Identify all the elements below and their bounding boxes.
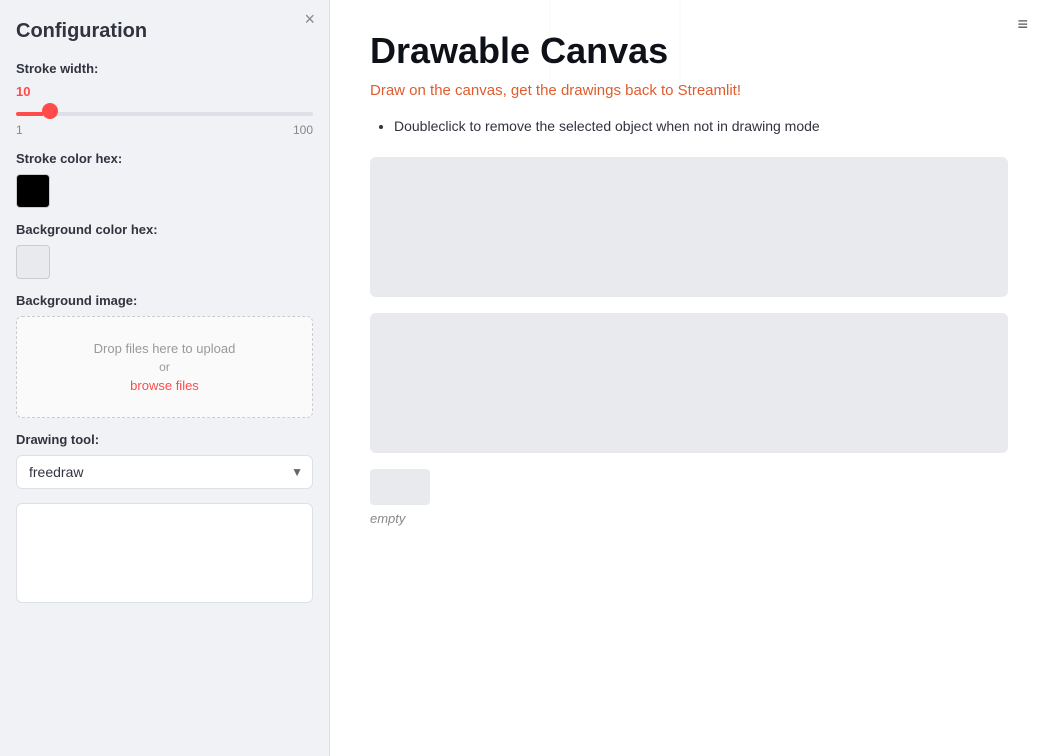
- stroke-width-section: Stroke width: 10 1 100: [16, 61, 313, 151]
- file-upload-zone[interactable]: Drop files here to upload or browse file…: [16, 316, 313, 418]
- or-text: or: [33, 360, 296, 374]
- browse-files-link[interactable]: browse files: [33, 378, 296, 393]
- sidebar-title: Configuration: [16, 20, 313, 43]
- bullet-item-1: Doubleclick to remove the selected objec…: [394, 115, 1008, 137]
- bg-color-container: [16, 245, 313, 279]
- stroke-color-section: Stroke color hex:: [16, 151, 313, 222]
- stroke-width-range-labels: 1 100: [16, 123, 313, 137]
- stroke-color-label: Stroke color hex:: [16, 151, 313, 166]
- sidebar-canvas-preview: [16, 503, 313, 603]
- page-title: Drawable Canvas: [370, 30, 1008, 72]
- empty-card: [370, 469, 430, 505]
- drop-text: Drop files here to upload: [33, 341, 296, 356]
- canvas-area-2[interactable]: [370, 313, 1008, 453]
- stroke-color-swatch[interactable]: [16, 174, 50, 208]
- stroke-width-slider[interactable]: [16, 112, 313, 116]
- bg-color-section: Background color hex:: [16, 222, 313, 293]
- bg-image-label: Background image:: [16, 293, 313, 308]
- drawing-tool-section: Drawing tool: freedraw line rect circle …: [16, 432, 313, 489]
- menu-icon[interactable]: ≡: [1017, 14, 1028, 35]
- empty-card-container: empty: [370, 469, 1008, 526]
- sidebar: × Configuration Stroke width: 10 1 100 S…: [0, 0, 330, 756]
- stroke-color-container: [16, 174, 313, 208]
- info-bullets: Doubleclick to remove the selected objec…: [370, 115, 1008, 137]
- canvas-area-1[interactable]: [370, 157, 1008, 297]
- stroke-width-label: Stroke width:: [16, 61, 313, 76]
- bg-color-swatch[interactable]: [16, 245, 50, 279]
- page-subtitle: Draw on the canvas, get the drawings bac…: [370, 82, 1008, 99]
- slider-max-label: 100: [293, 123, 313, 137]
- bg-color-label: Background color hex:: [16, 222, 313, 237]
- drawing-tool-dropdown-container: freedraw line rect circle transform ▼: [16, 455, 313, 489]
- main-content: ≡ Drawable Canvas Draw on the canvas, ge…: [330, 0, 1048, 756]
- drawing-tool-label: Drawing tool:: [16, 432, 313, 447]
- stroke-width-slider-container: [16, 103, 313, 119]
- close-button[interactable]: ×: [304, 10, 315, 28]
- slider-min-label: 1: [16, 123, 23, 137]
- empty-label: empty: [370, 511, 1008, 526]
- stroke-width-value: 10: [16, 84, 313, 99]
- drawing-tool-select[interactable]: freedraw line rect circle transform: [16, 455, 313, 489]
- bg-image-section: Background image: Drop files here to upl…: [16, 293, 313, 432]
